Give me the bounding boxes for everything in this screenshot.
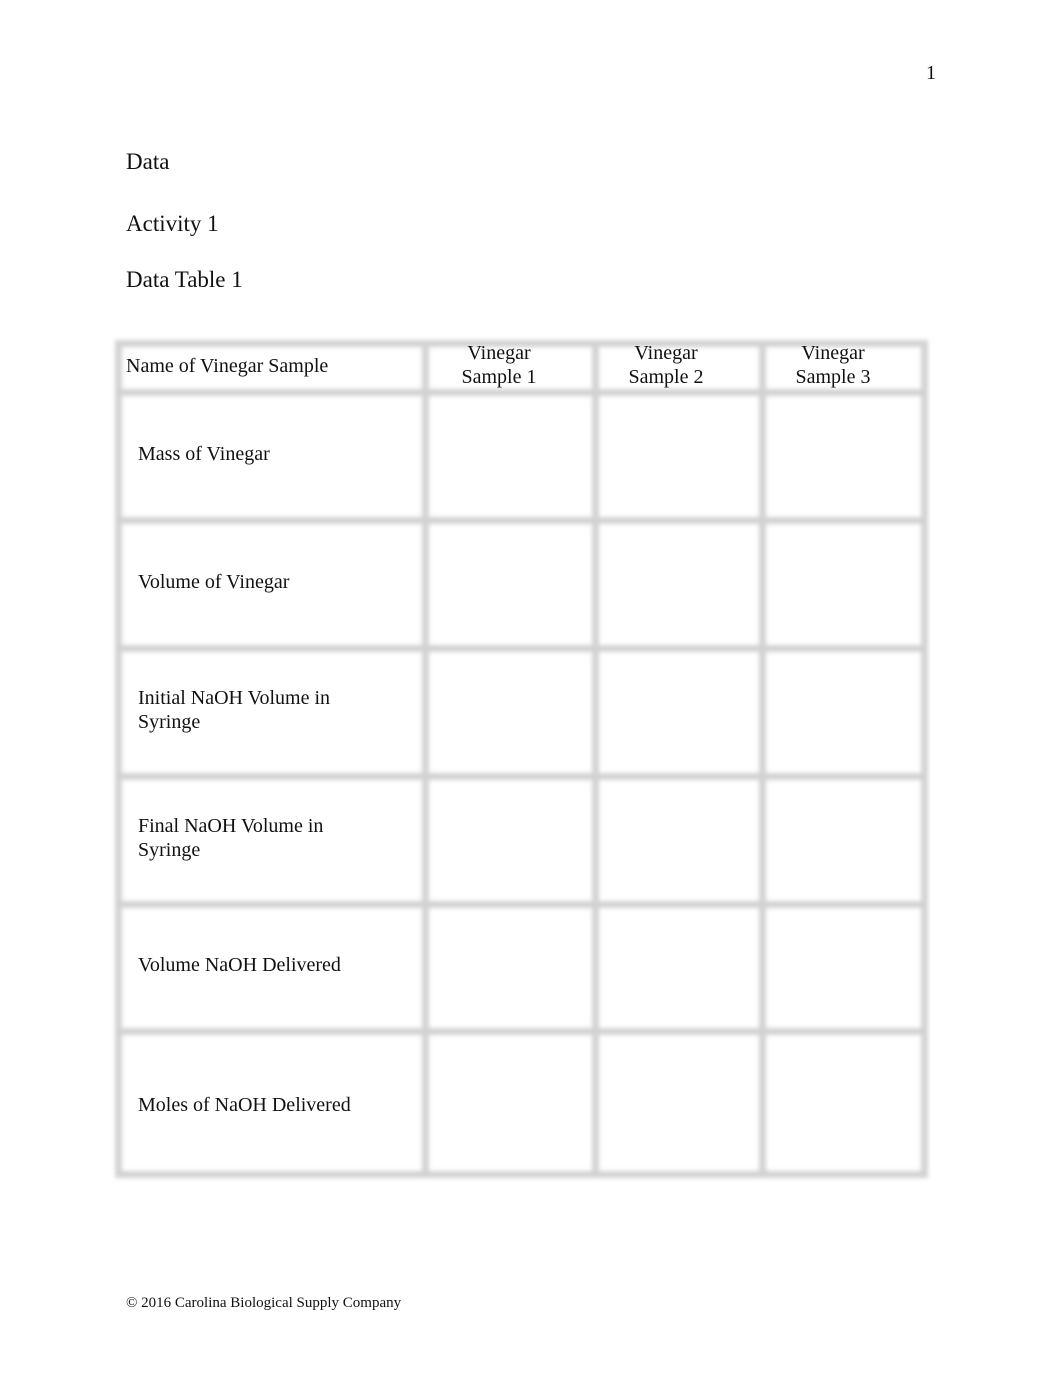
column-header-line: Vinegar xyxy=(801,342,865,364)
column-divider xyxy=(422,340,429,1178)
value-cell[interactable] xyxy=(769,1036,921,1172)
row-divider xyxy=(115,901,928,908)
row-divider xyxy=(115,773,928,780)
row-divider xyxy=(115,389,928,396)
column-header-sample-1: Vinegar Sample 1 xyxy=(435,341,563,389)
column-header-line: Vinegar xyxy=(634,342,698,364)
column-header-sample-2: Vinegar Sample 2 xyxy=(602,341,730,389)
row-divider xyxy=(115,645,928,652)
column-header-line: Sample 1 xyxy=(461,366,537,388)
value-cell[interactable] xyxy=(432,909,588,1025)
activity-heading: Activity 1 xyxy=(126,211,219,236)
value-cell[interactable] xyxy=(432,653,588,769)
header-label: Name of Vinegar Sample xyxy=(126,355,329,377)
value-cell[interactable] xyxy=(432,1036,588,1172)
table-border-bottom xyxy=(115,1171,928,1178)
row-label-final-naoh: Final NaOH Volume in Syringe xyxy=(138,815,324,861)
row-label-volume: Volume of Vinegar xyxy=(138,571,290,593)
value-cell[interactable] xyxy=(602,1036,757,1172)
column-header-line: Sample 2 xyxy=(628,366,704,388)
row-label-mass: Mass of Vinegar xyxy=(138,443,270,465)
value-cell[interactable] xyxy=(769,525,921,641)
value-cell[interactable] xyxy=(602,653,757,769)
column-header-line: Vinegar xyxy=(467,342,531,364)
row-divider xyxy=(115,1028,928,1035)
column-header-line: Sample 3 xyxy=(795,366,871,388)
row-label-moles-delivered: Moles of NaOH Delivered xyxy=(138,1094,351,1116)
value-cell[interactable] xyxy=(769,781,921,897)
value-cell[interactable] xyxy=(432,781,588,897)
value-cell[interactable] xyxy=(432,525,588,641)
table-border-right xyxy=(921,340,928,1178)
column-header-sample-3: Vinegar Sample 3 xyxy=(769,341,897,389)
value-cell[interactable] xyxy=(602,525,757,641)
table-title: Data Table 1 xyxy=(126,267,243,292)
column-divider xyxy=(592,340,599,1178)
copyright-footer: © 2016 Carolina Biological Supply Compan… xyxy=(126,1295,402,1311)
value-cell[interactable] xyxy=(602,397,757,513)
value-cell[interactable] xyxy=(769,397,921,513)
row-label-volume-delivered: Volume NaOH Delivered xyxy=(138,954,341,976)
value-cell[interactable] xyxy=(769,909,921,1025)
row-label-initial-naoh: Initial NaOH Volume in Syringe xyxy=(138,687,331,733)
value-cell[interactable] xyxy=(769,653,921,769)
value-cell[interactable] xyxy=(432,397,588,513)
row-divider xyxy=(115,517,928,524)
column-divider xyxy=(759,340,766,1178)
page-number: 1 xyxy=(926,62,936,84)
table-border-left xyxy=(115,340,122,1178)
section-heading: Data xyxy=(126,149,170,174)
value-cell[interactable] xyxy=(602,781,757,897)
value-cell[interactable] xyxy=(602,909,757,1025)
